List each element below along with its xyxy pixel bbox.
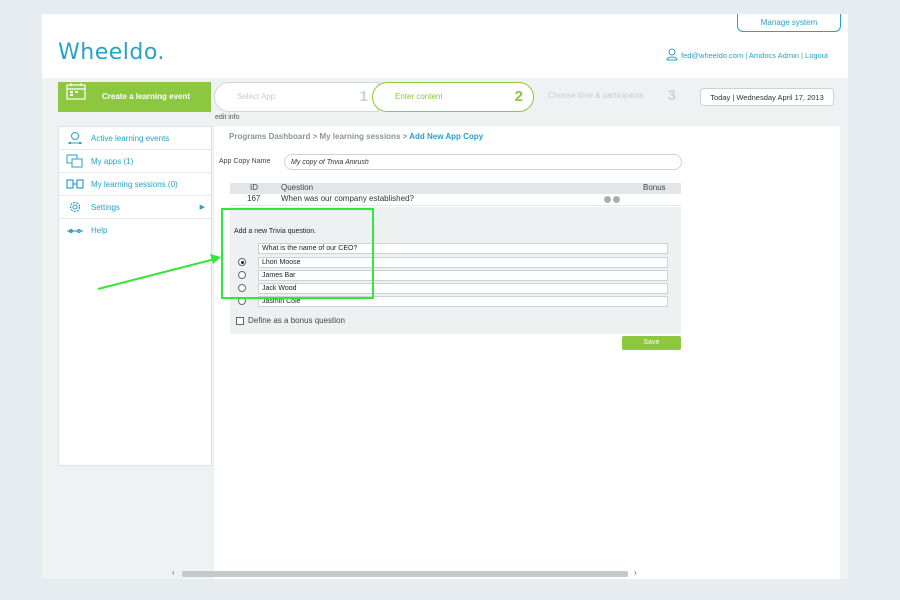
questions-table: ID Question Bonus 167 When was our compa… (230, 183, 681, 206)
column-header-bonus: Bonus (643, 183, 666, 192)
sidebar-item-learning-sessions[interactable]: My learning sessions (0) (59, 173, 211, 196)
highlight-arrow (97, 254, 221, 290)
step-number: 1 (359, 88, 368, 105)
sidebar-item-settings[interactable]: Settings ▶ (59, 196, 211, 219)
scroll-right-icon[interactable]: › (634, 568, 637, 577)
horizontal-scrollbar[interactable]: ‹ › (172, 568, 644, 578)
apps-icon (65, 154, 85, 168)
sidebar-item-label: Settings (91, 202, 120, 212)
gear-icon (65, 200, 85, 214)
row-question: When was our company established? (281, 194, 414, 203)
sidebar-item-label: My learning sessions (0) (91, 179, 178, 189)
bonus-label: Define as a bonus question (248, 316, 345, 325)
calendar-icon (66, 82, 86, 113)
sidebar-item-active-events[interactable]: Active learning events (59, 127, 211, 150)
wizard-step-choose-time[interactable]: Choose time & participants 3 (526, 82, 686, 112)
table-header: ID Question Bonus (230, 183, 681, 194)
sessions-icon (65, 177, 85, 191)
wheeldo-logo[interactable]: Wheeldo. (58, 40, 165, 65)
app-copy-name-label: App Copy Name (219, 158, 271, 165)
wizard-step-select-app[interactable]: Select App 1 (214, 82, 379, 112)
sidebar: Active learning events My apps (1) My le… (58, 126, 212, 466)
step-number: 2 (514, 88, 523, 105)
row-actions (604, 196, 620, 203)
app-frame: Wheeldo. Manage system fed@wheeldo.com |… (42, 14, 848, 579)
step-label: Select App (237, 92, 276, 101)
bonus-checkbox[interactable] (236, 316, 244, 325)
wizard-step-enter-content[interactable]: Enter content 2 (372, 82, 534, 112)
highlight-box (221, 208, 374, 299)
save-button[interactable]: Save (622, 336, 681, 350)
table-row[interactable]: 167 When was our company established? (230, 194, 681, 206)
breadcrumb: Programs Dashboard > My learning session… (229, 132, 483, 141)
create-learning-event-button[interactable]: Create a learning event (58, 82, 211, 112)
sidebar-item-my-apps[interactable]: My apps (1) (59, 150, 211, 173)
bonus-option[interactable]: Define as a bonus question (236, 316, 345, 325)
step-number: 3 (667, 87, 676, 104)
today-date: Today | Wednesday April 17, 2013 (700, 88, 834, 106)
help-icon (65, 224, 85, 238)
manage-system-button[interactable]: Manage system (737, 14, 841, 32)
app-copy-name-input[interactable] (284, 154, 682, 170)
column-header-question: Question (281, 183, 314, 192)
header: Wheeldo. Manage system fed@wheeldo.com |… (42, 14, 848, 78)
user-links[interactable]: fed@wheeldo.com | Amdocs Admin | Logout (681, 51, 828, 60)
sidebar-item-label: Help (91, 226, 108, 235)
scroll-left-icon[interactable]: ‹ (172, 568, 175, 577)
edit-info-link[interactable]: edit info (215, 114, 240, 121)
scrollbar-thumb[interactable] (182, 571, 628, 577)
column-header-id: ID (250, 183, 258, 192)
main-content: Programs Dashboard > My learning session… (214, 126, 840, 579)
create-label: Create a learning event (102, 92, 191, 101)
step-label: Enter content (395, 92, 443, 101)
delete-icon[interactable] (613, 196, 620, 203)
user-icon (666, 48, 678, 63)
active-events-icon (65, 131, 85, 145)
breadcrumb-current: Add New App Copy (409, 132, 484, 141)
sidebar-item-label: My apps (1) (91, 156, 134, 166)
user-bar: fed@wheeldo.com | Amdocs Admin | Logout (666, 48, 828, 63)
breadcrumb-path[interactable]: Programs Dashboard > My learning session… (229, 132, 409, 141)
row-id: 167 (247, 194, 261, 203)
edit-icon[interactable] (604, 196, 611, 203)
sidebar-item-help[interactable]: Help (59, 219, 211, 242)
chevron-right-icon: ▶ (199, 204, 205, 211)
sidebar-item-label: Active learning events (91, 133, 170, 143)
step-label: Choose time & participants (548, 91, 644, 100)
